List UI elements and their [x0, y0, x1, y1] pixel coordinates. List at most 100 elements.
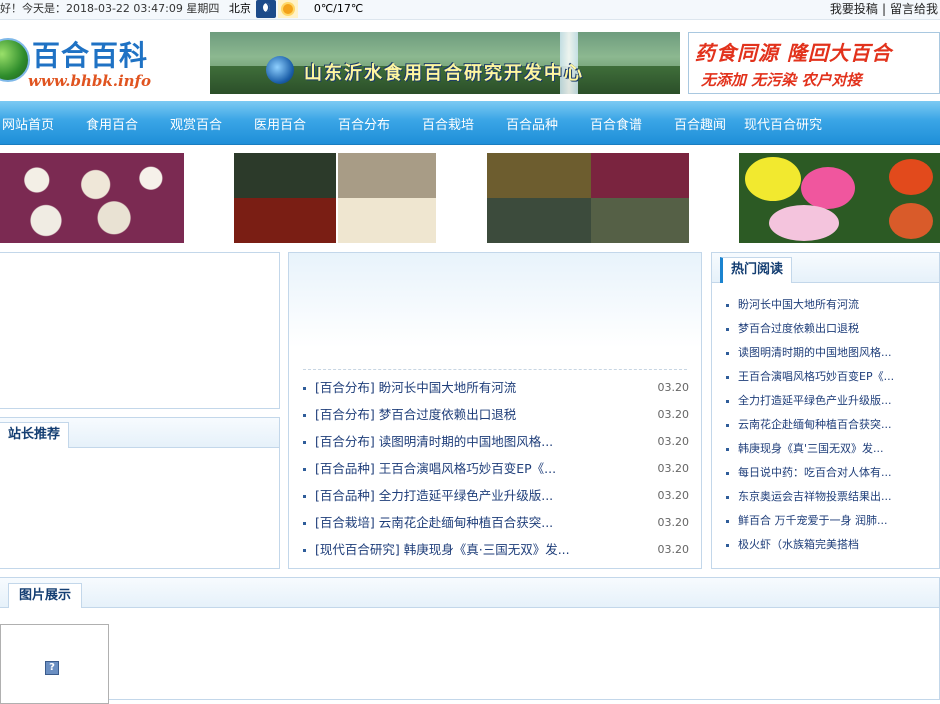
bullet-icon — [303, 549, 306, 552]
news-date: 03.20 — [657, 489, 690, 502]
gallery-title: 图片展示 — [8, 583, 83, 608]
nav-item-medicinal[interactable]: 医用百合 — [254, 114, 338, 133]
news-date: 03.20 — [657, 435, 690, 448]
news-list: [百合分布] 盼河长中国大地所有河流 03.20 [百合分布] 梦百合过度依赖出口… — [303, 377, 689, 566]
news-item[interactable]: [百合分布] 梦百合过度依赖出口退税 03.20 — [303, 404, 689, 431]
news-title[interactable]: [百合品种] 全力打造延平绿色产业升级版... — [315, 485, 553, 507]
hot-title[interactable]: 东京奥运会吉祥物投票结果出... — [738, 487, 892, 507]
bullet-icon — [726, 424, 729, 427]
recommend-header: 站长推荐 — [0, 418, 279, 448]
news-item[interactable]: [百合栽培] 云南花企赴缅甸种植百合获突... 03.20 — [303, 512, 689, 539]
hot-reading-panel: 热门阅读 盼河长中国大地所有河流 梦百合过度依赖出口退税 读图明清时期的中国地图… — [711, 252, 940, 569]
bullet-icon — [303, 387, 306, 390]
news-date: 03.20 — [657, 516, 690, 529]
broken-image-icon: ? — [45, 661, 59, 675]
bullet-icon — [726, 448, 729, 451]
bullet-icon — [726, 304, 729, 307]
tiger-lily — [889, 203, 933, 239]
news-title[interactable]: [百合分布] 梦百合过度依赖出口退税 — [315, 404, 516, 426]
banner-center-text: 山东沂水食用百合研究开发中心 — [304, 63, 584, 84]
hot-title[interactable]: 每日说中药：吃百合对人体有... — [738, 463, 892, 483]
hot-title[interactable]: 韩庚现身《真'三国无双》发... — [738, 439, 884, 459]
news-item[interactable]: [百合品种] 全力打造延平绿色产业升级版... 03.20 — [303, 485, 689, 512]
news-item[interactable]: [百合分布] 读图明清时期的中国地图风格... 03.20 — [303, 431, 689, 458]
banner-right-line2: 无添加 无污染 农户对接 — [701, 71, 862, 89]
city-label: 北京 — [228, 2, 251, 15]
banner-right-line1: 药食同源 隆回大百合 — [695, 41, 892, 65]
news-title[interactable]: [百合品种] 王百合演唱风格巧妙百变EP《... — [315, 458, 556, 480]
message-link[interactable]: 留言给我 — [890, 2, 938, 16]
bullet-icon — [726, 376, 729, 379]
hot-title[interactable]: 梦百合过度依赖出口退税 — [738, 319, 859, 339]
news-panel: [百合分布] 盼河长中国大地所有河流 03.20 [百合分布] 梦百合过度依赖出口… — [288, 252, 702, 569]
bullet-icon — [303, 495, 306, 498]
gallery-thumbnail[interactable]: ? — [0, 624, 109, 704]
sunny-weather-icon — [278, 0, 299, 18]
news-item[interactable]: [现代百合研究] 韩庚现身《真·三国无双》发... 03.20 — [303, 539, 689, 566]
bulb-flower-photo[interactable] — [487, 198, 591, 243]
nav-item-distribution[interactable]: 百合分布 — [338, 114, 422, 133]
white-bulb-photo[interactable] — [338, 198, 436, 243]
hot-title[interactable]: 盼河长中国大地所有河流 — [738, 295, 859, 315]
banner-ad-center[interactable]: 山东沂水食用百合研究开发中心 — [210, 32, 680, 94]
earth-icon — [266, 56, 294, 84]
news-title[interactable]: [百合分布] 读图明清时期的中国地图风格... — [315, 431, 553, 453]
nav-item-home[interactable]: 网站首页 — [2, 114, 86, 133]
news-date: 03.20 — [657, 543, 690, 556]
bullet-icon — [726, 472, 729, 475]
logo-title: 百合百科 — [32, 39, 149, 72]
yellow-lily — [745, 157, 801, 201]
bullet-icon — [726, 400, 729, 403]
orange-lily — [889, 159, 933, 195]
site-logo[interactable]: 百合百科 www.bhbk.info — [0, 30, 190, 94]
lily-flowers-photo[interactable] — [739, 153, 940, 243]
recommend-title: 站长推荐 — [0, 422, 70, 448]
news-date: 03.20 — [657, 462, 690, 475]
gallery-panel: 图片展示 ? — [0, 577, 940, 704]
temperature: 0℃/17℃ — [313, 2, 364, 15]
nav-item-ornamental[interactable]: 观赏百合 — [170, 114, 254, 133]
nav-item-varieties[interactable]: 百合品种 — [506, 114, 590, 133]
bullet-icon — [726, 496, 729, 499]
nav-item-recipes[interactable]: 百合食谱 — [590, 114, 674, 133]
top-info-bar: 好！今天是：2018-03-22 03:47:09 星期四 北京 0℃/17℃ … — [0, 0, 940, 20]
hot-title[interactable]: 王百合演唱风格巧妙百变EP《... — [738, 367, 894, 387]
night-weather-icon — [256, 0, 277, 18]
hot-reading-header: 热门阅读 — [712, 253, 939, 283]
bullet-icon — [726, 352, 729, 355]
news-item[interactable]: [百合分布] 盼河长中国大地所有河流 03.20 — [303, 377, 689, 404]
hot-title[interactable]: 鲜百合 万千宠爱于一身 润肺... — [738, 511, 887, 531]
hot-title[interactable]: 读图明清时期的中国地图风格... — [738, 343, 892, 363]
separator: | — [881, 2, 886, 16]
left-top-panel — [0, 252, 280, 409]
bullet-icon — [726, 520, 729, 523]
nav-item-cultivation[interactable]: 百合栽培 — [422, 114, 506, 133]
bulbs-group-photo[interactable] — [591, 198, 689, 243]
nav-item-research[interactable]: 现代百合研究 — [744, 114, 844, 133]
news-title[interactable]: [百合栽培] 云南花企赴缅甸种植百合获突... — [315, 512, 553, 534]
red-bulb-photo[interactable] — [234, 198, 336, 243]
top-links: 我要投稿 | 留言给我 — [830, 0, 938, 18]
news-date: 03.20 — [657, 408, 690, 421]
news-divider — [303, 369, 687, 370]
bullet-icon — [726, 544, 729, 547]
bullet-icon — [303, 522, 306, 525]
news-item[interactable]: [百合品种] 王百合演唱风格巧妙百变EP《... 03.20 — [303, 458, 689, 485]
bullet-icon — [726, 328, 729, 331]
date-weather: 好！今天是：2018-03-22 03:47:09 星期四 北京 0℃/17℃ — [0, 0, 363, 18]
recommend-panel: 站长推荐 — [0, 417, 280, 569]
hot-title[interactable]: 极火虾（水族箱完美搭档 — [738, 535, 859, 555]
hot-title[interactable]: 全力打造延平绿色产业升级版... — [738, 391, 892, 411]
gallery-header: 图片展示 — [0, 578, 939, 608]
bullet-icon — [303, 441, 306, 444]
news-title[interactable]: [现代百合研究] 韩庚现身《真·三国无双》发... — [315, 539, 570, 561]
globe-icon — [0, 38, 30, 82]
news-date: 03.20 — [657, 381, 690, 394]
lily-bulbs-photo[interactable] — [0, 153, 184, 243]
news-title[interactable]: [百合分布] 盼河长中国大地所有河流 — [315, 377, 516, 399]
hot-title[interactable]: 云南花企赴缅甸种植百合获突... — [738, 415, 892, 435]
contribute-link[interactable]: 我要投稿 — [830, 2, 878, 16]
banner-ad-right[interactable]: 药食同源 隆回大百合 无添加 无污染 农户对接 — [688, 32, 940, 94]
nav-item-edible[interactable]: 食用百合 — [86, 114, 170, 133]
logo-url: www.bhbk.info — [28, 72, 152, 90]
